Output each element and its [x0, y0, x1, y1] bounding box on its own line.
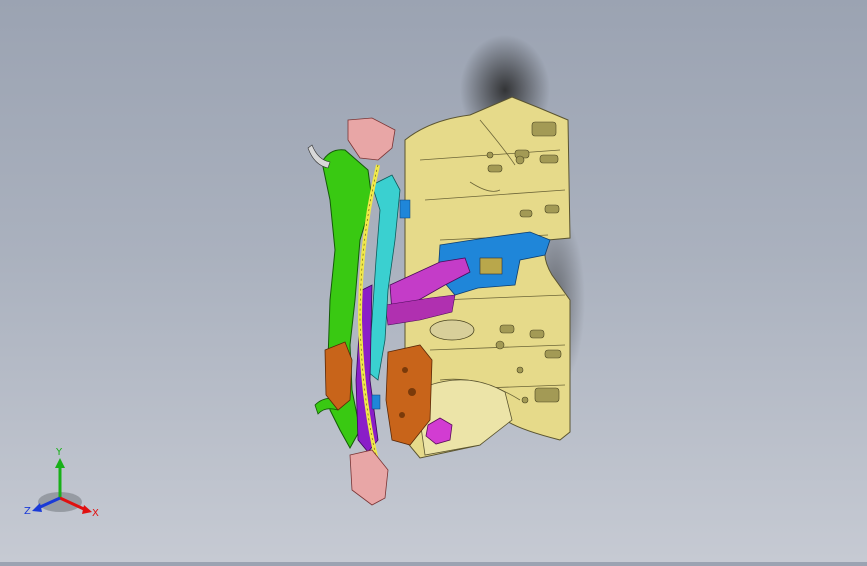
- x-axis-arrow: [82, 505, 92, 514]
- blue-insert-bottom: [371, 394, 381, 410]
- blue-bracket-slot: [479, 257, 503, 275]
- y-axis-arrow: [55, 458, 65, 468]
- panel-oval-hole: [429, 319, 475, 341]
- cyan-sill[interactable]: [367, 174, 401, 381]
- orientation-triad[interactable]: Y X Z: [22, 446, 108, 522]
- floor-panel-lower[interactable]: [419, 379, 513, 456]
- graphics-viewport[interactable]: [0, 0, 867, 562]
- assembly-model[interactable]: [0, 0, 867, 562]
- x-axis-label: X: [92, 508, 99, 519]
- z-axis-label: Z: [24, 506, 31, 517]
- pink-bottom-bracket[interactable]: [349, 449, 389, 506]
- pink-top-bracket[interactable]: [347, 117, 396, 161]
- y-axis-label: Y: [55, 447, 63, 458]
- blue-insert-top: [399, 199, 411, 219]
